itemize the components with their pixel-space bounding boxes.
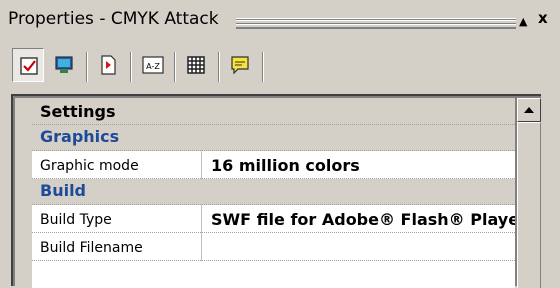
scroll-thumb[interactable] xyxy=(517,122,541,288)
events-icon xyxy=(101,55,116,75)
vertical-scrollbar[interactable] xyxy=(517,98,541,288)
property-row-build-filename[interactable]: Build Filename xyxy=(32,233,515,261)
property-name: Build Filename xyxy=(32,233,202,261)
section-header-label: Settings xyxy=(40,102,116,121)
display-button[interactable] xyxy=(48,48,80,82)
property-value[interactable] xyxy=(203,233,515,261)
title-bar[interactable]: Properties - CMYK Attack ▲ x xyxy=(0,0,560,44)
alphabetical-icon: A-Z xyxy=(142,56,164,74)
property-grid: Settings Graphics Graphic mode 16 millio… xyxy=(15,98,515,288)
toolbar-separator xyxy=(174,52,176,82)
toolbar-separator xyxy=(130,52,132,82)
grid-margin xyxy=(15,98,32,288)
scroll-up-button[interactable] xyxy=(517,98,541,122)
property-row-graphic-mode[interactable]: Graphic mode 16 million colors xyxy=(32,151,515,179)
section-header-settings[interactable]: Settings xyxy=(32,98,515,125)
properties-panel: Properties - CMYK Attack ▲ x A-Z Setting… xyxy=(0,0,560,288)
alphabetical-button[interactable]: A-Z xyxy=(136,48,168,82)
scroll-up-icon xyxy=(524,107,534,113)
events-button[interactable] xyxy=(92,48,124,82)
property-row-build-type[interactable]: Build Type SWF file for Adobe® Flash® Pl… xyxy=(32,205,515,233)
categorized-icon xyxy=(187,56,205,74)
toolbar-separator xyxy=(86,52,88,82)
title-grip[interactable] xyxy=(236,18,516,29)
toolbar: A-Z xyxy=(8,44,558,90)
category-build[interactable]: Build xyxy=(32,179,515,205)
category-label: Graphics xyxy=(40,127,120,146)
svg-text:A-Z: A-Z xyxy=(146,62,160,71)
panel-edge xyxy=(541,94,560,286)
window-title: Properties - CMYK Attack xyxy=(8,9,219,29)
property-name: Build Type xyxy=(32,205,202,233)
properties-icon xyxy=(20,57,38,75)
toolbar-separator xyxy=(218,52,220,82)
display-icon xyxy=(55,56,73,73)
description-icon xyxy=(231,56,249,75)
categorized-button[interactable] xyxy=(180,48,212,82)
close-icon[interactable]: x xyxy=(538,10,548,26)
property-value[interactable]: SWF file for Adobe® Flash® Player xyxy=(203,205,515,233)
property-value[interactable]: 16 million colors xyxy=(203,151,515,179)
property-grid-frame: Settings Graphics Graphic mode 16 millio… xyxy=(11,94,541,288)
property-name: Graphic mode xyxy=(32,151,202,179)
toolbar-separator xyxy=(262,52,264,82)
category-graphics[interactable]: Graphics xyxy=(32,125,515,151)
category-label: Build xyxy=(40,181,87,200)
pin-icon[interactable]: ▲ xyxy=(519,14,527,30)
properties-button[interactable] xyxy=(12,48,44,82)
description-button[interactable] xyxy=(224,48,256,82)
